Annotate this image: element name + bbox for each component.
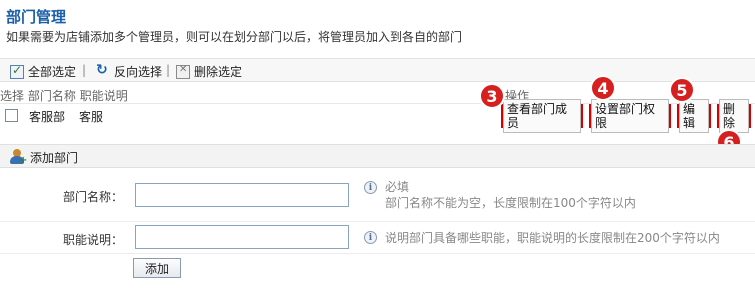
set-permissions-label: 设置部门权限 xyxy=(591,99,669,133)
row-duty: 客服 xyxy=(79,110,104,124)
add-user-icon: + xyxy=(9,149,27,166)
view-members-label: 查看部门成员 xyxy=(503,99,581,133)
invert-selection-label: 反向选择 xyxy=(114,65,163,79)
column-header-name: 部门名称 xyxy=(27,89,76,103)
table-header: 选择 部门名称 职能说明 xyxy=(0,87,128,104)
select-all-button[interactable]: 全部选定 xyxy=(10,63,76,80)
name-hint-required: 必填 xyxy=(385,180,410,194)
form-row-name: 部门名称： i 必填 部门名称不能为空，长度限制在100个字符以内 xyxy=(0,172,755,222)
toolbar-separator: | xyxy=(166,63,171,77)
delete-x-icon xyxy=(176,64,190,79)
step-badge-5: 5 xyxy=(669,77,695,103)
step-badge-3: 3 xyxy=(479,83,505,109)
name-label: 部门名称： xyxy=(62,190,123,204)
info-icon: i xyxy=(364,181,377,194)
view-members-button[interactable]: 查看部门成员 xyxy=(501,99,583,133)
name-hint: 必填 部门名称不能为空，长度限制在100个字符以内 xyxy=(385,179,636,211)
duty-hint: 说明部门具备哪些职能，职能说明的长度限制在200个字符以内 xyxy=(385,231,720,245)
page-description: 如果需要为店铺添加多个管理员，则可以在划分部门以后，将管理员加入到各自的部门 xyxy=(6,30,463,44)
checkbox-check-icon xyxy=(10,63,24,79)
delete-label: 删除 xyxy=(719,99,749,133)
toolbar-separator: | xyxy=(82,63,87,77)
add-department-button[interactable]: 添加 xyxy=(133,258,181,278)
duty-description-input[interactable] xyxy=(135,225,349,249)
edit-label: 编辑 xyxy=(679,99,709,133)
add-section-title: 添加部门 xyxy=(30,151,79,165)
form-row-duty: 职能说明： i 说明部门具备哪些职能，职能说明的长度限制在200个字符以内 xyxy=(0,222,755,254)
row-checkbox[interactable] xyxy=(5,109,18,122)
add-section-header: + 添加部门 xyxy=(0,144,755,168)
step-badge-4: 4 xyxy=(590,75,616,101)
department-name-input[interactable] xyxy=(135,183,349,207)
refresh-arrow-icon xyxy=(96,62,110,79)
name-hint-detail: 部门名称不能为空，长度限制在100个字符以内 xyxy=(385,196,636,210)
duty-label: 职能说明： xyxy=(62,233,123,247)
delete-selected-label: 删除选定 xyxy=(194,65,243,79)
toolbar: 全部选定 | 反向选择 | 删除选定 xyxy=(0,58,755,82)
delete-button[interactable]: 删除 xyxy=(717,99,751,133)
select-all-label: 全部选定 xyxy=(28,65,77,79)
delete-selected-button[interactable]: 删除选定 xyxy=(176,63,242,80)
page-title: 部门管理 xyxy=(6,8,67,26)
column-header-duty: 职能说明 xyxy=(79,89,128,103)
invert-selection-button[interactable]: 反向选择 xyxy=(96,62,163,80)
info-icon: i xyxy=(364,231,377,244)
column-header-select: 选择 xyxy=(0,89,25,103)
edit-button[interactable]: 编辑 xyxy=(677,99,711,133)
row-name: 客服部 xyxy=(29,110,66,124)
set-permissions-button[interactable]: 设置部门权限 xyxy=(589,99,671,133)
